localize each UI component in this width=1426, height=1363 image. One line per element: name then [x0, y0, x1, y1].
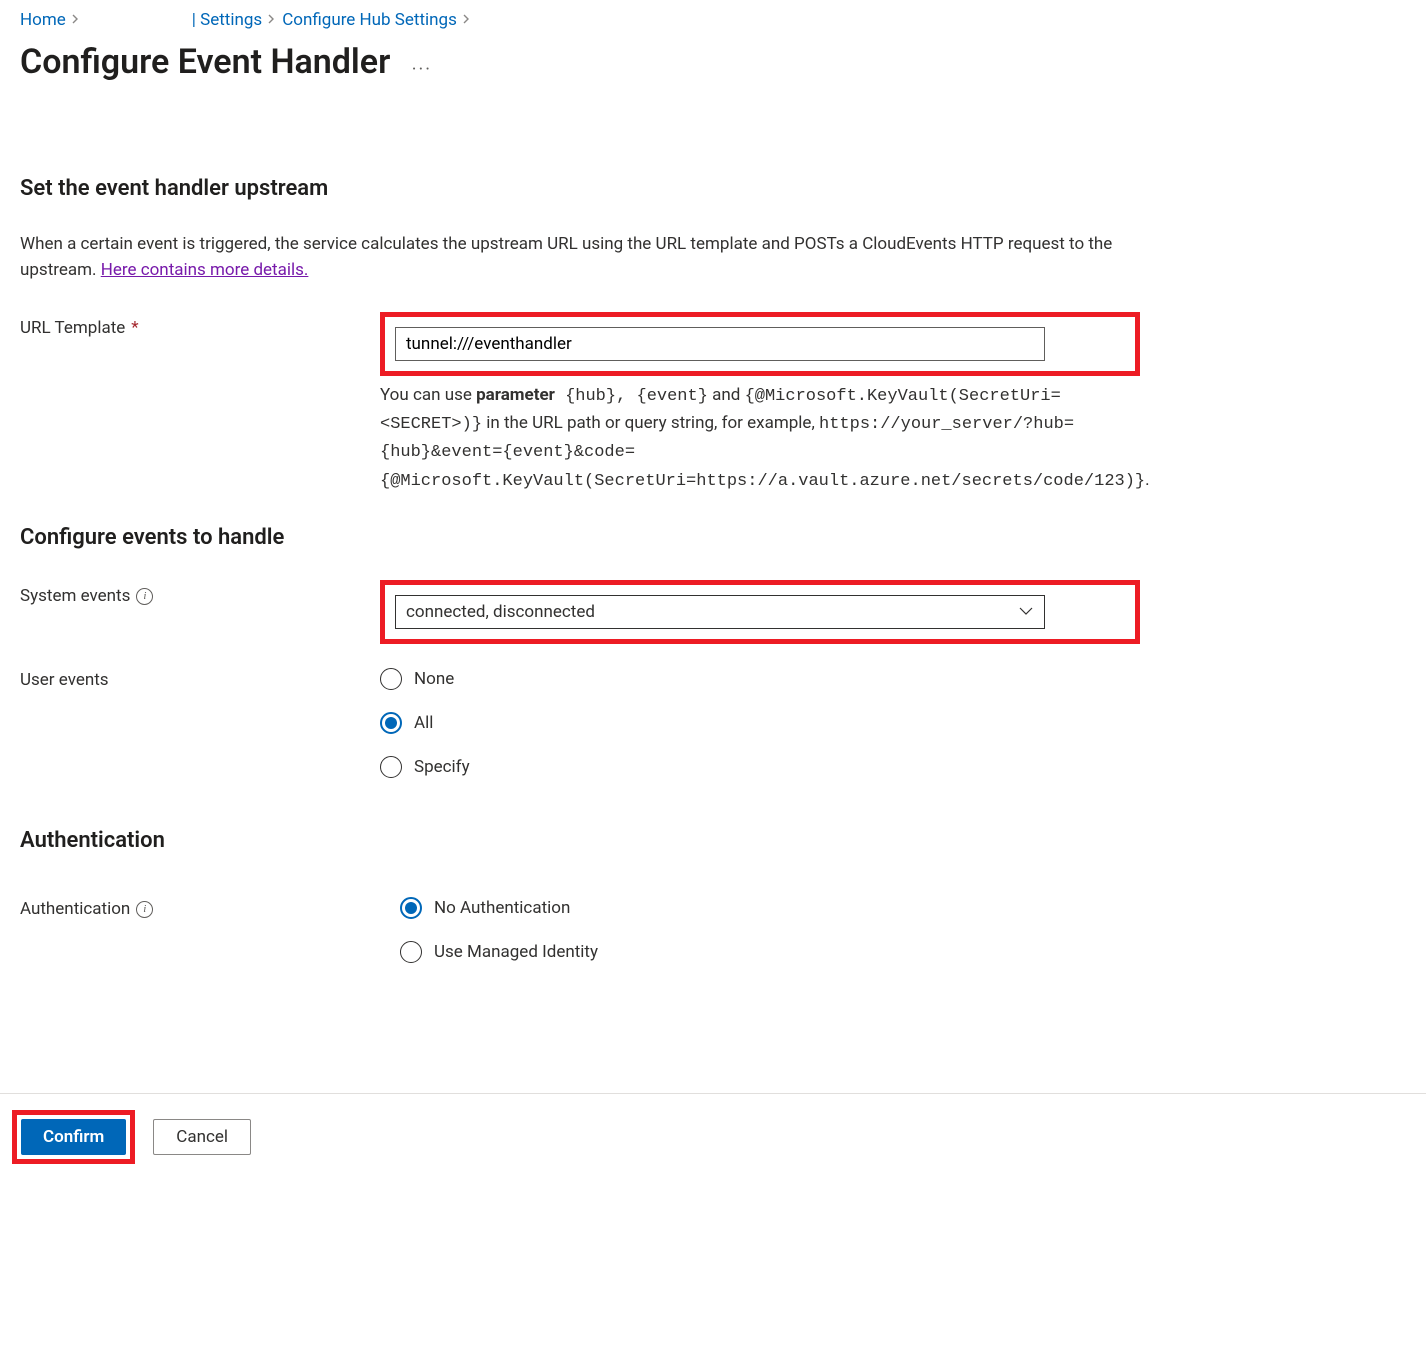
- info-icon[interactable]: i: [136, 588, 153, 605]
- required-indicator: *: [131, 318, 138, 338]
- url-template-highlight: [380, 312, 1140, 376]
- url-template-input[interactable]: [395, 327, 1045, 361]
- more-actions-button[interactable]: ···: [412, 59, 432, 80]
- radio-icon: [380, 668, 402, 690]
- chevron-right-icon: [72, 13, 80, 28]
- upstream-description: When a certain event is triggered, the s…: [20, 231, 1120, 284]
- user-events-option-all[interactable]: All: [380, 712, 1140, 734]
- breadcrumb-configure-hub[interactable]: Configure Hub Settings: [282, 10, 457, 30]
- confirm-highlight: Confirm: [12, 1110, 135, 1164]
- confirm-button[interactable]: Confirm: [21, 1119, 126, 1155]
- breadcrumb-home[interactable]: Home: [20, 10, 66, 30]
- system-events-label: System events i: [20, 580, 380, 606]
- user-events-option-specify[interactable]: Specify: [380, 756, 1140, 778]
- radio-icon: [400, 897, 422, 919]
- radio-icon: [380, 712, 402, 734]
- page-title: Configure Event Handler: [20, 42, 390, 82]
- user-events-radio-group: None All Specify: [380, 664, 1140, 778]
- info-icon[interactable]: i: [136, 901, 153, 918]
- radio-icon: [380, 756, 402, 778]
- authentication-option-managed-identity[interactable]: Use Managed Identity: [400, 941, 1140, 963]
- events-section-heading: Configure events to handle: [20, 525, 1406, 550]
- auth-section-heading: Authentication: [20, 828, 1406, 853]
- user-events-option-none[interactable]: None: [380, 668, 1140, 690]
- details-link[interactable]: Here contains more details.: [101, 260, 309, 280]
- chevron-right-icon: [463, 13, 471, 28]
- url-template-label: URL Template *: [20, 312, 380, 338]
- cancel-button[interactable]: Cancel: [153, 1119, 251, 1155]
- authentication-radio-group: No Authentication Use Managed Identity: [400, 893, 1140, 963]
- url-template-hint: You can use parameter {hub}, {event} and…: [380, 382, 1140, 495]
- user-events-label: User events: [20, 664, 380, 690]
- radio-icon: [400, 941, 422, 963]
- footer-actions: Confirm Cancel: [0, 1094, 1426, 1180]
- system-events-highlight: connected, disconnected: [380, 580, 1140, 644]
- breadcrumb-settings[interactable]: | Settings: [192, 10, 262, 30]
- breadcrumb: Home | Settings Configure Hub Settings: [20, 10, 1406, 30]
- system-events-select[interactable]: connected, disconnected: [395, 595, 1045, 629]
- authentication-label: Authentication i: [20, 893, 380, 919]
- authentication-option-no-auth[interactable]: No Authentication: [400, 897, 1140, 919]
- chevron-right-icon: [268, 13, 276, 28]
- upstream-section-heading: Set the event handler upstream: [20, 176, 1406, 201]
